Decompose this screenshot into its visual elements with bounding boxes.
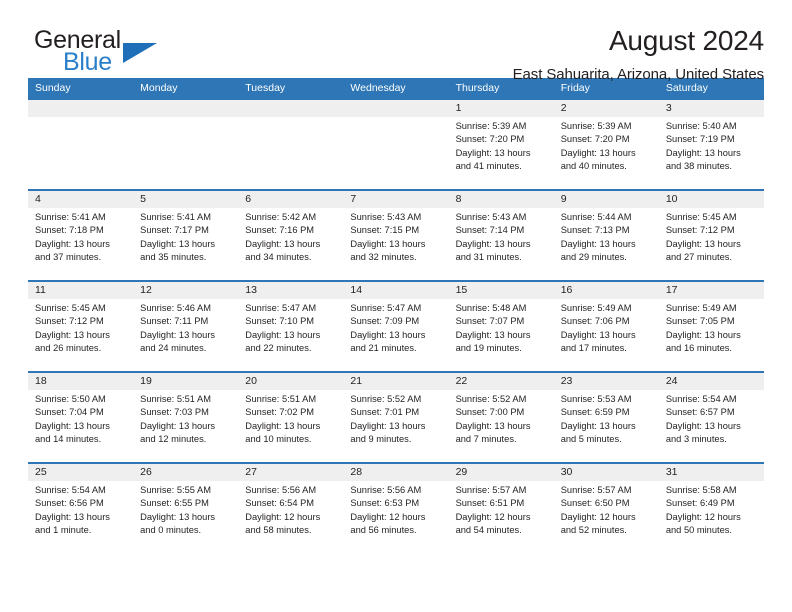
day-number[interactable]: 27 — [238, 464, 343, 481]
day-cell: Sunrise: 5:51 AM Sunset: 7:02 PM Dayligh… — [245, 394, 321, 445]
page-header: General Blue August 2024 East Sahuarita,… — [28, 0, 764, 84]
day-number[interactable]: 21 — [343, 373, 448, 390]
day-cell: Sunrise: 5:39 AM Sunset: 7:20 PM Dayligh… — [455, 121, 531, 172]
day-cell: Sunrise: 5:45 AM Sunset: 7:12 PM Dayligh… — [35, 303, 110, 354]
day-cell: Sunrise: 5:45 AM Sunset: 7:12 PM Dayligh… — [665, 212, 741, 263]
weekday-header-wednesday: Wednesday — [350, 82, 406, 94]
day-cell: Sunrise: 5:46 AM Sunset: 7:11 PM Dayligh… — [140, 303, 216, 354]
day-number[interactable]: 19 — [133, 373, 238, 390]
day-cell: Sunrise: 5:54 AM Sunset: 6:56 PM Dayligh… — [35, 485, 110, 536]
calendar-week-row: 1 2 3 Sunrise: 5:39 AM Sunset: 7:20 PM D… — [28, 98, 764, 189]
day-number[interactable]: 16 — [554, 282, 659, 299]
day-cell: Sunrise: 5:58 AM Sunset: 6:49 PM Dayligh… — [665, 485, 741, 536]
day-number[interactable]: 24 — [659, 373, 764, 390]
day-cell: Sunrise: 5:43 AM Sunset: 7:14 PM Dayligh… — [455, 212, 531, 263]
page-title: August 2024 — [608, 25, 764, 56]
logo-text-blue: Blue — [63, 48, 112, 76]
week-day-numbers: 11 12 13 14 15 16 17 — [28, 282, 764, 299]
day-number[interactable]: 28 — [343, 464, 448, 481]
day-cell: Sunrise: 5:57 AM Sunset: 6:51 PM Dayligh… — [455, 485, 531, 536]
day-cell: Sunrise: 5:52 AM Sunset: 7:00 PM Dayligh… — [455, 394, 531, 445]
logo-flag-icon — [123, 43, 157, 63]
day-number[interactable]: 4 — [28, 191, 133, 208]
day-number[interactable]: 1 — [449, 100, 554, 117]
day-number[interactable] — [133, 100, 238, 117]
day-number[interactable]: 25 — [28, 464, 133, 481]
day-number[interactable]: 10 — [659, 191, 764, 208]
calendar-week-row: 11 12 13 14 15 16 17 Sunrise: 5:45 AM Su… — [28, 280, 764, 371]
day-cell: Sunrise: 5:43 AM Sunset: 7:15 PM Dayligh… — [350, 212, 426, 263]
day-cell: Sunrise: 5:56 AM Sunset: 6:54 PM Dayligh… — [245, 485, 321, 536]
day-number[interactable]: 26 — [133, 464, 238, 481]
day-cell: Sunrise: 5:39 AM Sunset: 7:20 PM Dayligh… — [560, 121, 636, 172]
day-cell: Sunrise: 5:41 AM Sunset: 7:17 PM Dayligh… — [140, 212, 216, 263]
day-number[interactable]: 18 — [28, 373, 133, 390]
week-day-numbers: 25 26 27 28 29 30 31 — [28, 464, 764, 481]
day-cell: Sunrise: 5:54 AM Sunset: 6:57 PM Dayligh… — [665, 394, 741, 445]
day-cell — [238, 117, 343, 189]
day-number[interactable]: 15 — [449, 282, 554, 299]
day-cell: Sunrise: 5:44 AM Sunset: 7:13 PM Dayligh… — [560, 212, 636, 263]
day-number[interactable] — [238, 100, 343, 117]
weekday-header-saturday: Saturday — [665, 82, 708, 94]
day-number[interactable]: 23 — [554, 373, 659, 390]
title-block: August 2024 East Sahuarita, Arizona, Uni… — [228, 25, 765, 84]
weekday-header-tuesday: Tuesday — [245, 82, 286, 94]
day-number[interactable]: 7 — [343, 191, 448, 208]
day-number[interactable]: 5 — [133, 191, 238, 208]
calendar-page: General Blue August 2024 East Sahuarita,… — [0, 0, 792, 612]
day-cell: Sunrise: 5:47 AM Sunset: 7:09 PM Dayligh… — [350, 303, 426, 354]
day-number[interactable]: 8 — [449, 191, 554, 208]
week-day-details: Sunrise: 5:41 AM Sunset: 7:18 PM Dayligh… — [28, 208, 764, 280]
week-day-details: Sunrise: 5:45 AM Sunset: 7:12 PM Dayligh… — [28, 299, 764, 371]
week-day-numbers: 18 19 20 21 22 23 24 — [28, 373, 764, 390]
day-cell — [28, 117, 133, 189]
day-cell — [343, 117, 448, 189]
day-number[interactable]: 30 — [554, 464, 659, 481]
day-number[interactable]: 29 — [449, 464, 554, 481]
week-day-numbers: 1 2 3 — [28, 100, 764, 117]
day-number[interactable]: 17 — [659, 282, 764, 299]
calendar-grid: Sunday Monday Tuesday Wednesday Thursday… — [28, 78, 764, 553]
day-number[interactable] — [28, 100, 133, 117]
day-number[interactable]: 3 — [659, 100, 764, 117]
week-day-details: Sunrise: 5:50 AM Sunset: 7:04 PM Dayligh… — [28, 390, 764, 462]
day-number[interactable]: 13 — [238, 282, 343, 299]
day-cell: Sunrise: 5:53 AM Sunset: 6:59 PM Dayligh… — [560, 394, 636, 445]
day-number[interactable]: 9 — [554, 191, 659, 208]
day-number[interactable]: 11 — [28, 282, 133, 299]
day-cell: Sunrise: 5:52 AM Sunset: 7:01 PM Dayligh… — [350, 394, 426, 445]
calendar-week-row: 4 5 6 7 8 9 10 Sunrise: 5:41 AM Sunset: … — [28, 189, 764, 280]
generalblue-logo[interactable]: General Blue — [28, 26, 228, 82]
week-day-details: Sunrise: 5:39 AM Sunset: 7:20 PM Dayligh… — [28, 117, 764, 189]
day-number[interactable] — [343, 100, 448, 117]
day-number[interactable]: 12 — [133, 282, 238, 299]
week-day-numbers: 4 5 6 7 8 9 10 — [28, 191, 764, 208]
day-cell: Sunrise: 5:55 AM Sunset: 6:55 PM Dayligh… — [140, 485, 216, 536]
day-number[interactable]: 20 — [238, 373, 343, 390]
calendar-week-row: 18 19 20 21 22 23 24 Sunrise: 5:50 AM Su… — [28, 371, 764, 462]
day-cell: Sunrise: 5:49 AM Sunset: 7:05 PM Dayligh… — [665, 303, 741, 354]
day-cell: Sunrise: 5:40 AM Sunset: 7:19 PM Dayligh… — [665, 121, 741, 172]
weekday-header-friday: Friday — [560, 82, 590, 94]
day-number[interactable]: 14 — [343, 282, 448, 299]
day-cell: Sunrise: 5:41 AM Sunset: 7:18 PM Dayligh… — [35, 212, 110, 263]
week-day-details: Sunrise: 5:54 AM Sunset: 6:56 PM Dayligh… — [28, 481, 764, 553]
day-cell — [133, 117, 238, 189]
day-cell: Sunrise: 5:50 AM Sunset: 7:04 PM Dayligh… — [35, 394, 110, 445]
day-cell: Sunrise: 5:51 AM Sunset: 7:03 PM Dayligh… — [140, 394, 216, 445]
day-cell: Sunrise: 5:47 AM Sunset: 7:10 PM Dayligh… — [245, 303, 321, 354]
day-number[interactable]: 22 — [449, 373, 554, 390]
day-number[interactable]: 6 — [238, 191, 343, 208]
calendar-week-row: 25 26 27 28 29 30 31 Sunrise: 5:54 AM Su… — [28, 462, 764, 553]
day-cell: Sunrise: 5:49 AM Sunset: 7:06 PM Dayligh… — [560, 303, 636, 354]
day-number[interactable]: 31 — [659, 464, 764, 481]
day-cell: Sunrise: 5:56 AM Sunset: 6:53 PM Dayligh… — [350, 485, 426, 536]
day-cell: Sunrise: 5:48 AM Sunset: 7:07 PM Dayligh… — [455, 303, 531, 354]
weekday-header-thursday: Thursday — [455, 82, 500, 94]
day-cell: Sunrise: 5:57 AM Sunset: 6:50 PM Dayligh… — [560, 485, 636, 536]
day-number[interactable]: 2 — [554, 100, 659, 117]
day-cell: Sunrise: 5:42 AM Sunset: 7:16 PM Dayligh… — [245, 212, 321, 263]
